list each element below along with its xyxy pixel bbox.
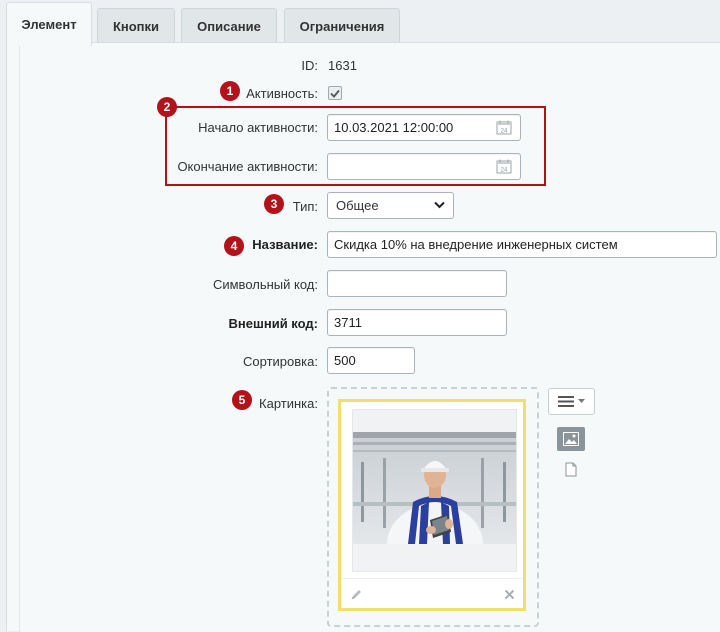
tab-description[interactable]: Описание: [181, 8, 277, 44]
calendar-icon[interactable]: 24: [496, 159, 512, 174]
tab-label: Ограничения: [299, 19, 385, 34]
active-checkbox[interactable]: [328, 86, 342, 100]
name-value: Скидка 10% на внедрение инженерных систе…: [334, 237, 618, 252]
image-mode-button[interactable]: [557, 427, 585, 451]
svg-text:24: 24: [501, 129, 508, 135]
file-icon: [565, 462, 577, 477]
sort-input[interactable]: 500: [327, 347, 415, 374]
card-actions: [341, 578, 523, 608]
code-label: Символьный код:: [212, 277, 318, 292]
active-from-label: Начало активности:: [198, 120, 318, 135]
checkmark-icon: [330, 89, 340, 98]
chevron-down-icon: [578, 399, 585, 403]
active-from-value: 10.03.2021 12:00:00: [334, 120, 454, 135]
picture-thumbnail: [352, 409, 517, 572]
image-icon: [563, 432, 579, 446]
id-value: 1631: [328, 58, 357, 73]
tab-element[interactable]: Элемент: [6, 2, 92, 46]
marker-badge: 2: [157, 97, 177, 117]
type-select[interactable]: Общее: [327, 192, 454, 219]
active-from-input[interactable]: 10.03.2021 12:00:00 24: [327, 114, 521, 141]
svg-text:24: 24: [501, 168, 508, 174]
name-input[interactable]: Скидка 10% на внедрение инженерных систе…: [327, 231, 717, 258]
hamburger-menu-icon: [558, 396, 574, 407]
type-selected-value: Общее: [336, 198, 379, 213]
close-icon[interactable]: [504, 589, 515, 600]
xml-id-label: Внешний код:: [228, 316, 318, 331]
sort-label: Сортировка:: [243, 354, 318, 369]
picture-preview-card[interactable]: [338, 399, 526, 611]
tab-label: Описание: [197, 19, 261, 34]
xml-id-input[interactable]: 3711: [327, 309, 507, 336]
active-label: Активность:: [246, 86, 318, 101]
id-label: ID:: [301, 58, 318, 73]
tab-restrictions[interactable]: Ограничения: [284, 8, 400, 44]
active-to-input[interactable]: 24: [327, 153, 521, 180]
chevron-down-icon: [434, 201, 445, 209]
marker-badge: 1: [220, 81, 240, 101]
code-input[interactable]: [327, 270, 507, 297]
marker-badge: 4: [224, 236, 244, 256]
tab-label: Элемент: [21, 17, 77, 32]
worker-photo: [353, 432, 516, 544]
tab-buttons[interactable]: Кнопки: [97, 8, 175, 44]
marker-badge: 3: [264, 194, 284, 214]
tab-label: Кнопки: [112, 19, 160, 34]
sort-value: 500: [334, 353, 356, 368]
picture-label: Картинка:: [259, 396, 318, 411]
active-to-label: Окончание активности:: [177, 159, 318, 174]
xml-id-value: 3711: [334, 315, 362, 330]
file-mode-button[interactable]: [565, 462, 577, 480]
calendar-icon[interactable]: 24: [496, 120, 512, 135]
marker-badge: 5: [232, 390, 252, 410]
picture-menu-button[interactable]: [548, 388, 595, 415]
name-label: Название:: [252, 237, 318, 252]
pencil-icon[interactable]: [350, 588, 363, 601]
type-label: Тип:: [292, 199, 318, 214]
tab-bar: Элемент Кнопки Описание Ограничения: [0, 0, 720, 46]
